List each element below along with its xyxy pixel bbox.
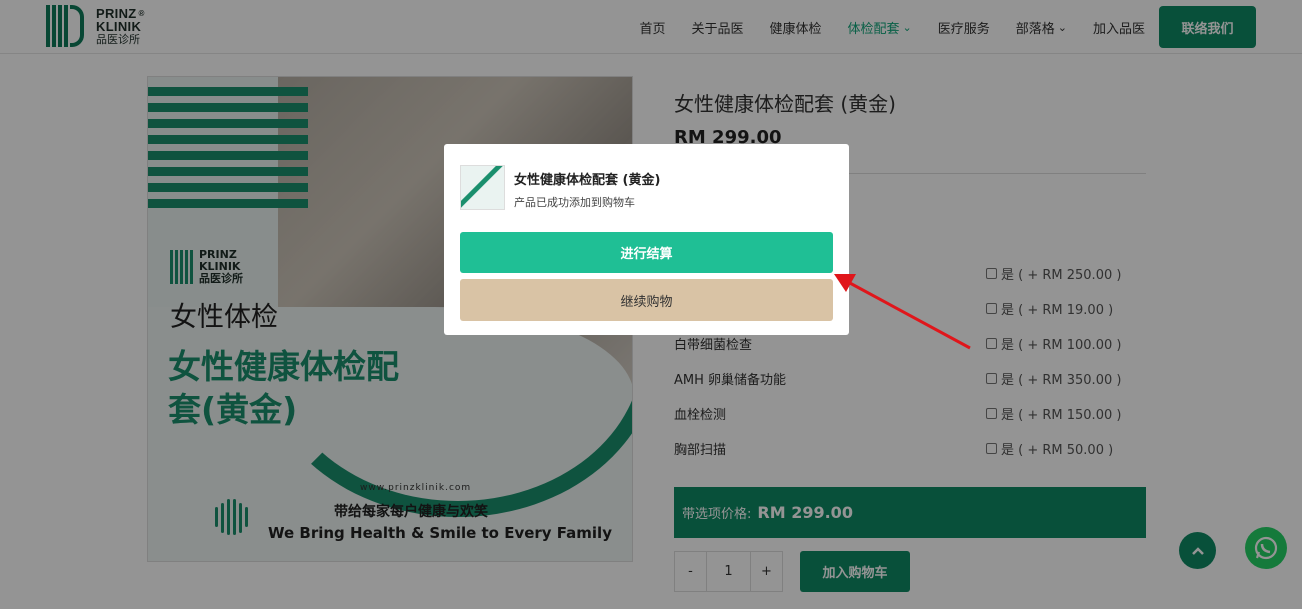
annotation-arrow-icon	[834, 274, 971, 350]
checkout-button[interactable]: 进行结算	[460, 232, 833, 273]
modal-success-message: 产品已成功添加到购物车	[514, 196, 635, 209]
added-to-cart-modal: 女性健康体检配套 (黄金) 产品已成功添加到购物车 进行结算 继续购物	[444, 144, 849, 335]
continue-shopping-button[interactable]: 继续购物	[460, 279, 833, 321]
modal-product-title: 女性健康体检配套 (黄金)	[514, 173, 661, 188]
product-thumbnail	[460, 165, 505, 210]
